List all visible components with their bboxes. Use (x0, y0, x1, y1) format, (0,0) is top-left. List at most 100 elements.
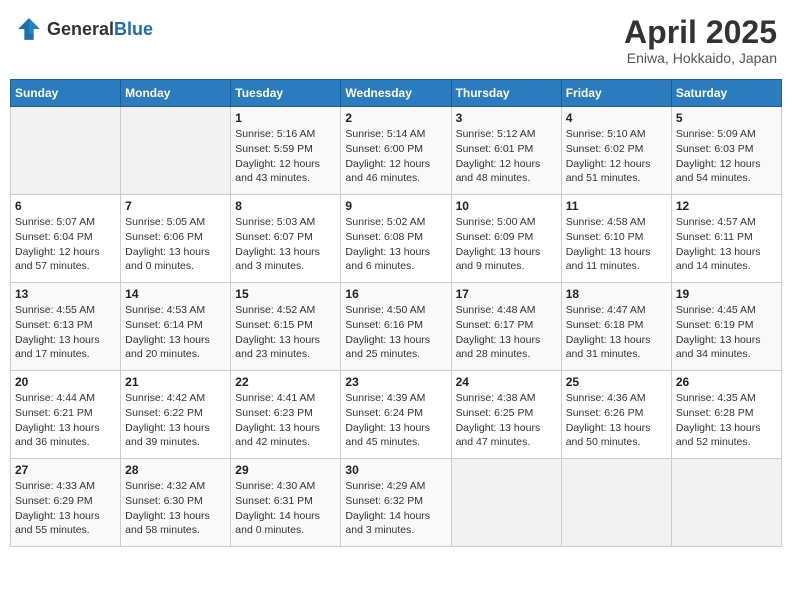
day-cell: 22Sunrise: 4:41 AM Sunset: 6:23 PM Dayli… (231, 371, 341, 459)
day-info: Sunrise: 4:53 AM Sunset: 6:14 PM Dayligh… (125, 303, 226, 362)
day-info: Sunrise: 5:09 AM Sunset: 6:03 PM Dayligh… (676, 127, 777, 186)
day-number: 17 (456, 287, 557, 301)
day-cell: 16Sunrise: 4:50 AM Sunset: 6:16 PM Dayli… (341, 283, 451, 371)
day-cell: 12 Sunrise: 4:57 AM Sunset: 6:11 PM Dayli… (671, 195, 781, 283)
day-number: 3 (456, 111, 557, 125)
day-info: Sunrise: 4:45 AM Sunset: 6:19 PM Dayligh… (676, 303, 777, 362)
day-info: Sunrise: 4:36 AM Sunset: 6:26 PM Dayligh… (566, 391, 667, 450)
day-info: Sunrise: 4:44 AM Sunset: 6:21 PM Dayligh… (15, 391, 116, 450)
weekday-header-sunday: Sunday (11, 80, 121, 107)
day-info: Sunrise: 4:32 AM Sunset: 6:30 PM Dayligh… (125, 479, 226, 538)
day-cell (121, 107, 231, 195)
day-cell: 13Sunrise: 4:55 AM Sunset: 6:13 PM Dayli… (11, 283, 121, 371)
day-cell: 14Sunrise: 4:53 AM Sunset: 6:14 PM Dayli… (121, 283, 231, 371)
day-number: 22 (235, 375, 336, 389)
day-info: Sunrise: 4:30 AM Sunset: 6:31 PM Dayligh… (235, 479, 336, 538)
day-info: Sunrise: 5:05 AM Sunset: 6:06 PM Dayligh… (125, 215, 226, 274)
day-number: 24 (456, 375, 557, 389)
day-cell: 30Sunrise: 4:29 AM Sunset: 6:32 PM Dayli… (341, 459, 451, 547)
day-number: 8 (235, 199, 336, 213)
calendar-table: SundayMondayTuesdayWednesdayThursdayFrid… (10, 79, 782, 547)
day-number: 5 (676, 111, 777, 125)
weekday-header-saturday: Saturday (671, 80, 781, 107)
day-cell: 26 Sunrise: 4:35 AM Sunset: 6:28 PM Dayli… (671, 371, 781, 459)
day-info: Sunrise: 4:42 AM Sunset: 6:22 PM Dayligh… (125, 391, 226, 450)
day-info: Sunrise: 4:35 AM Sunset: 6:28 PM Dayligh… (676, 391, 777, 450)
day-number: 21 (125, 375, 226, 389)
day-info: Sunrise: 5:00 AM Sunset: 6:09 PM Dayligh… (456, 215, 557, 274)
day-number: 25 (566, 375, 667, 389)
day-cell: 5 Sunrise: 5:09 AM Sunset: 6:03 PM Daylig… (671, 107, 781, 195)
calendar-subtitle: Eniwa, Hokkaido, Japan (624, 50, 777, 66)
day-cell: 24Sunrise: 4:38 AM Sunset: 6:25 PM Dayli… (451, 371, 561, 459)
day-info: Sunrise: 4:58 AM Sunset: 6:10 PM Dayligh… (566, 215, 667, 274)
day-number: 27 (15, 463, 116, 477)
day-info: Sunrise: 4:57 AM Sunset: 6:11 PM Dayligh… (676, 215, 777, 274)
day-info: Sunrise: 4:52 AM Sunset: 6:15 PM Dayligh… (235, 303, 336, 362)
day-number: 15 (235, 287, 336, 301)
calendar-title: April 2025 (624, 15, 777, 50)
day-info: Sunrise: 5:16 AM Sunset: 5:59 PM Dayligh… (235, 127, 336, 186)
day-cell (671, 459, 781, 547)
day-cell: 15 Sunrise: 4:52 AM Sunset: 6:15 PM Dayli… (231, 283, 341, 371)
day-number: 7 (125, 199, 226, 213)
day-cell: 27 Sunrise: 4:33 AM Sunset: 6:29 PM Dayli… (11, 459, 121, 547)
day-cell: 29Sunrise: 4:30 AM Sunset: 6:31 PM Dayli… (231, 459, 341, 547)
day-cell: 28 Sunrise: 4:32 AM Sunset: 6:30 PM Dayli… (121, 459, 231, 547)
day-cell: 21 Sunrise: 4:42 AM Sunset: 6:22 PM Dayli… (121, 371, 231, 459)
day-cell: 10 Sunrise: 5:00 AM Sunset: 6:09 PM Dayli… (451, 195, 561, 283)
day-number: 9 (345, 199, 446, 213)
day-number: 2 (345, 111, 446, 125)
weekday-header-wednesday: Wednesday (341, 80, 451, 107)
day-number: 10 (456, 199, 557, 213)
day-info: Sunrise: 5:03 AM Sunset: 6:07 PM Dayligh… (235, 215, 336, 274)
day-info: Sunrise: 4:48 AM Sunset: 6:17 PM Dayligh… (456, 303, 557, 362)
day-cell (451, 459, 561, 547)
day-cell: 23 Sunrise: 4:39 AM Sunset: 6:24 PM Dayli… (341, 371, 451, 459)
week-row-3: 13Sunrise: 4:55 AM Sunset: 6:13 PM Dayli… (11, 283, 782, 371)
day-number: 1 (235, 111, 336, 125)
day-cell: 2 Sunrise: 5:14 AM Sunset: 6:00 PM Daylig… (341, 107, 451, 195)
day-cell: 17 Sunrise: 4:48 AM Sunset: 6:17 PM Dayli… (451, 283, 561, 371)
week-row-2: 6 Sunrise: 5:07 AM Sunset: 6:04 PM Daylig… (11, 195, 782, 283)
day-cell: 4Sunrise: 5:10 AM Sunset: 6:02 PM Daylig… (561, 107, 671, 195)
day-number: 19 (676, 287, 777, 301)
day-cell (561, 459, 671, 547)
day-cell: 19 Sunrise: 4:45 AM Sunset: 6:19 PM Dayli… (671, 283, 781, 371)
day-info: Sunrise: 5:07 AM Sunset: 6:04 PM Dayligh… (15, 215, 116, 274)
day-info: Sunrise: 4:33 AM Sunset: 6:29 PM Dayligh… (15, 479, 116, 538)
week-row-5: 27 Sunrise: 4:33 AM Sunset: 6:29 PM Dayli… (11, 459, 782, 547)
logo-blue: Blue (114, 20, 153, 38)
day-info: Sunrise: 5:10 AM Sunset: 6:02 PM Dayligh… (566, 127, 667, 186)
day-cell: 3Sunrise: 5:12 AM Sunset: 6:01 PM Daylig… (451, 107, 561, 195)
week-row-1: 1 Sunrise: 5:16 AM Sunset: 5:59 PM Daylig… (11, 107, 782, 195)
page-header: General Blue April 2025 Eniwa, Hokkaido,… (10, 10, 782, 71)
weekday-header-monday: Monday (121, 80, 231, 107)
weekday-header-friday: Friday (561, 80, 671, 107)
day-number: 18 (566, 287, 667, 301)
day-number: 26 (676, 375, 777, 389)
day-number: 12 (676, 199, 777, 213)
day-cell: 8 Sunrise: 5:03 AM Sunset: 6:07 PM Daylig… (231, 195, 341, 283)
logo: General Blue (15, 15, 153, 43)
day-number: 30 (345, 463, 446, 477)
day-cell: 18Sunrise: 4:47 AM Sunset: 6:18 PM Dayli… (561, 283, 671, 371)
day-info: Sunrise: 4:39 AM Sunset: 6:24 PM Dayligh… (345, 391, 446, 450)
day-cell: 25 Sunrise: 4:36 AM Sunset: 6:26 PM Dayli… (561, 371, 671, 459)
day-cell: 6 Sunrise: 5:07 AM Sunset: 6:04 PM Daylig… (11, 195, 121, 283)
weekday-header-tuesday: Tuesday (231, 80, 341, 107)
day-cell: 1 Sunrise: 5:16 AM Sunset: 5:59 PM Daylig… (231, 107, 341, 195)
day-info: Sunrise: 4:55 AM Sunset: 6:13 PM Dayligh… (15, 303, 116, 362)
day-info: Sunrise: 5:02 AM Sunset: 6:08 PM Dayligh… (345, 215, 446, 274)
logo-icon (15, 15, 43, 43)
calendar-title-block: April 2025 Eniwa, Hokkaido, Japan (624, 15, 777, 66)
day-cell: 20 Sunrise: 4:44 AM Sunset: 6:21 PM Dayli… (11, 371, 121, 459)
day-number: 20 (15, 375, 116, 389)
day-info: Sunrise: 5:14 AM Sunset: 6:00 PM Dayligh… (345, 127, 446, 186)
day-number: 6 (15, 199, 116, 213)
day-cell (11, 107, 121, 195)
day-number: 23 (345, 375, 446, 389)
day-number: 28 (125, 463, 226, 477)
day-cell: 7 Sunrise: 5:05 AM Sunset: 6:06 PM Daylig… (121, 195, 231, 283)
weekday-header-thursday: Thursday (451, 80, 561, 107)
